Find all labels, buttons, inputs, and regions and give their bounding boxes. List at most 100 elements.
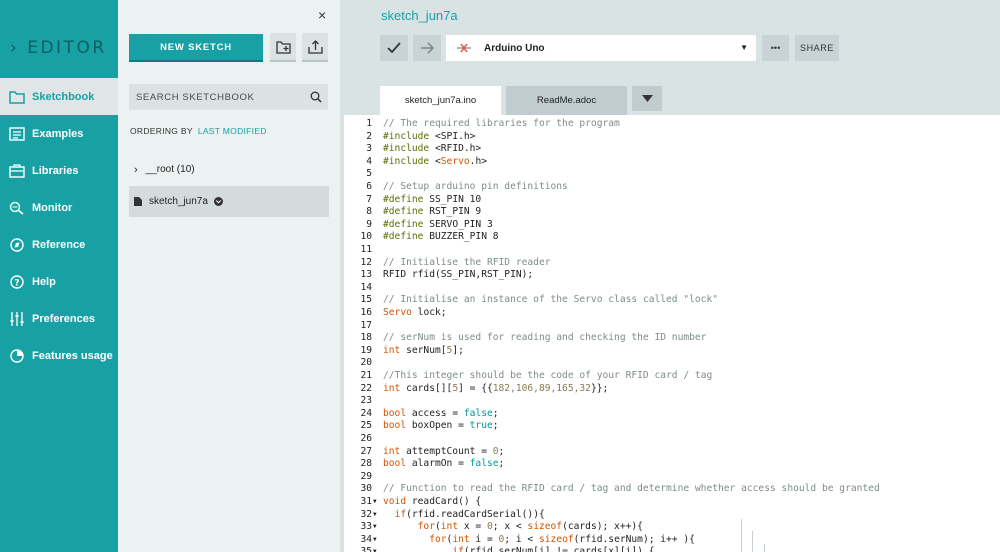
line-number: 20 [360, 357, 372, 369]
line-number: 16 [360, 307, 372, 318]
code-line[interactable]: 9 #define SERVO_PIN 3 [344, 219, 1000, 232]
sidebar-item-label: Examples [32, 127, 84, 140]
code-line[interactable]: 20 [344, 357, 1000, 370]
line-number: 12 [360, 256, 372, 268]
new-folder-button[interactable] [270, 33, 296, 60]
code-line[interactable]: 2 #include <SPI.h> [344, 131, 1000, 144]
close-panel-icon[interactable]: × [318, 7, 326, 23]
fold-toggle-icon[interactable]: ▼ [373, 509, 377, 522]
code-line[interactable]: 16 Servo lock; [344, 307, 1000, 320]
code-line[interactable]: 13 RFID rfid(SS_PIN,RST_PIN); [344, 269, 1000, 282]
line-number: 14 [360, 281, 372, 293]
line-number: 35 [360, 546, 372, 552]
code-line[interactable]: 34 ▼ for(int i = 0; i < sizeof(rfid.serNu… [344, 534, 1000, 547]
search-input[interactable]: SEARCH SKETCHBOOK [136, 92, 254, 103]
line-number: 24 [360, 407, 372, 419]
code-line[interactable]: 11 [344, 244, 1000, 257]
chevron-down-icon: ▼ [740, 43, 748, 52]
fold-toggle-icon[interactable]: ▼ [373, 534, 377, 547]
tabs-menu-button[interactable] [632, 86, 662, 111]
code-line[interactable]: 4 #include <Servo.h> [344, 156, 1000, 169]
code-text: for(int x = 0; x < sizeof(cards); x++){ [417, 521, 643, 533]
code-line[interactable]: 26 [344, 433, 1000, 446]
code-line[interactable]: 31 ▼ void readCard() { [344, 496, 1000, 509]
code-line[interactable]: 33 ▼ for(int x = 0; x < sizeof(cards); x+… [344, 521, 1000, 534]
sidebar-item-help[interactable]: ? Help [0, 263, 118, 300]
code-line[interactable]: 6 // Setup arduino pin definitions [344, 181, 1000, 194]
chevron-right-icon[interactable]: › [134, 164, 138, 176]
line-number: 13 [360, 269, 372, 281]
code-line[interactable]: 10 #define BUZZER_PIN 8 [344, 231, 1000, 244]
code-line[interactable]: 3 #include <RFID.h> [344, 143, 1000, 156]
tree-folder-root[interactable]: › __root (10) [129, 154, 329, 185]
line-number: 26 [360, 433, 372, 444]
upload-button[interactable] [302, 33, 328, 60]
tab-sketch-ino[interactable]: sketch_jun7a.ino [380, 86, 501, 115]
tab-readme[interactable]: ReadMe.adoc [506, 86, 627, 115]
share-button[interactable]: SHARE [795, 35, 839, 61]
search-icon[interactable] [310, 91, 322, 103]
line-number: 5 [366, 168, 372, 180]
code-text: RFID rfid(SS_PIN,RST_PIN); [383, 269, 534, 281]
code-line[interactable]: 8 #define RST_PIN 9 [344, 206, 1000, 219]
chevron-down-icon[interactable] [213, 197, 223, 206]
more-options-button[interactable]: ••• [762, 35, 789, 61]
code-line[interactable]: 21 //This integer should be the code of y… [344, 370, 1000, 383]
code-editor[interactable]: 1 // The required libraries for the progr… [344, 115, 1000, 552]
ordering-value-link[interactable]: LAST MODIFIED [198, 126, 267, 136]
code-line[interactable]: 15 // Initialise an instance of the Servo… [344, 294, 1000, 307]
code-text: Servo lock; [383, 307, 447, 318]
code-line[interactable]: 22 int cards[][5] = {{182,106,89,165,32}}… [344, 383, 1000, 396]
fold-toggle-icon[interactable]: ▼ [373, 496, 377, 509]
sidebar-item-features-usage[interactable]: Features usage [0, 337, 118, 374]
search-sketchbook[interactable]: SEARCH SKETCHBOOK [129, 84, 328, 110]
line-number: 27 [360, 445, 372, 457]
sidebar-item-preferences[interactable]: Preferences [0, 300, 118, 337]
code-line[interactable]: 25 bool boxOpen = true; [344, 420, 1000, 433]
sidebar: › EDITOR Sketchbook Examples Libraries M… [0, 0, 118, 552]
code-line[interactable]: 32 ▼ if(rfid.readCardSerial()){ [344, 509, 1000, 522]
code-line[interactable]: 19 int serNum[5]; [344, 345, 1000, 358]
code-line[interactable]: 29 [344, 471, 1000, 484]
sidebar-item-monitor[interactable]: Monitor [0, 189, 118, 226]
upload-sketch-button[interactable] [413, 35, 441, 61]
verify-button[interactable] [380, 35, 408, 61]
sidebar-item-examples[interactable]: Examples [0, 115, 118, 152]
logo-chevron-icon: › [10, 38, 20, 58]
line-number: 28 [360, 458, 372, 470]
code-line[interactable]: 18 // serNum is used for reading and chec… [344, 332, 1000, 345]
new-sketch-button[interactable]: NEW SKETCH [129, 34, 263, 60]
fold-toggle-icon[interactable]: ▼ [373, 546, 377, 552]
monitor-icon [9, 201, 24, 215]
code-line[interactable]: 35 ▼ if(rfid.serNum[i] != cards[x][i]) { [344, 546, 1000, 552]
tree-sketch-item[interactable]: sketch_jun7a [129, 186, 329, 217]
line-number: 33 [360, 521, 372, 533]
code-line[interactable]: 14 [344, 282, 1000, 295]
code-line[interactable]: 28 bool alarmOn = false; [344, 458, 1000, 471]
sketch-title[interactable]: sketch_jun7a [381, 8, 458, 23]
code-line[interactable]: 5 [344, 168, 1000, 181]
board-select[interactable]: Arduino Uno ▼ [446, 35, 756, 61]
fold-toggle-icon[interactable]: ▼ [373, 521, 377, 534]
code-text: void readCard() { [383, 496, 482, 507]
code-line[interactable]: 12 // Initialise the RFID reader [344, 257, 1000, 270]
sidebar-item-libraries[interactable]: Libraries [0, 152, 118, 189]
code-line[interactable]: 1 // The required libraries for the progr… [344, 118, 1000, 131]
code-line[interactable]: 7 #define SS_PIN 10 [344, 194, 1000, 207]
code-line[interactable]: 27 int attemptCount = 0; [344, 446, 1000, 459]
line-number: 1 [366, 118, 372, 129]
sidebar-item-label: Libraries [32, 164, 79, 177]
board-name: Arduino Uno [484, 42, 545, 54]
code-line[interactable]: 30 // Function to read the RFID card / ta… [344, 483, 1000, 496]
logo-text: EDITOR [27, 38, 107, 58]
line-number: 2 [366, 130, 372, 142]
line-number: 18 [360, 332, 372, 344]
code-line[interactable]: 17 [344, 320, 1000, 333]
preferences-icon [10, 311, 24, 326]
code-line[interactable]: 23 [344, 395, 1000, 408]
sidebar-item-reference[interactable]: Reference [0, 226, 118, 263]
code-text: // Function to read the RFID card / tag … [383, 483, 880, 495]
code-text: if(rfid.serNum[i] != cards[x][i]) { [452, 546, 655, 552]
code-line[interactable]: 24 bool access = false; [344, 408, 1000, 421]
sidebar-item-sketchbook[interactable]: Sketchbook [0, 78, 118, 115]
